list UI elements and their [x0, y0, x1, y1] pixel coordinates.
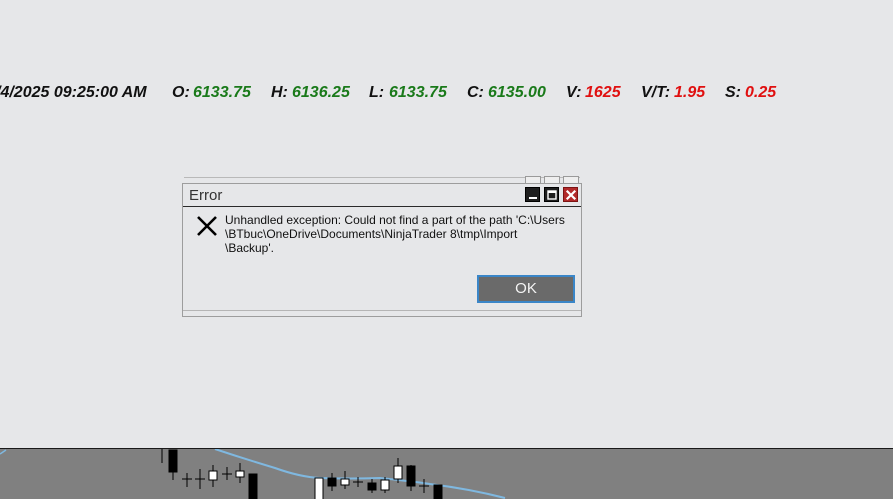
minimize-icon [529, 197, 537, 199]
error-message: Unhandled exception: Could not find a pa… [225, 213, 565, 255]
bar-timestamp: /4/2025 09:25:00 AM [0, 84, 147, 101]
spread-label: S: [725, 84, 741, 101]
close-icon [565, 189, 577, 201]
moving-average-line [214, 449, 506, 499]
spread-value: 0.25 [745, 84, 777, 101]
high-label: H: [271, 84, 288, 101]
dialog-footer-divider [183, 310, 581, 311]
low-value: 6133.75 [389, 84, 447, 101]
volume-per-tick-value: 1.95 [674, 84, 706, 101]
ok-button[interactable]: OK [477, 275, 575, 303]
close-value: 6135.00 [488, 84, 546, 101]
close-button[interactable] [563, 187, 578, 202]
dialog-titlebar[interactable]: Error [183, 184, 581, 207]
open-label: O: [172, 84, 190, 101]
high-value: 6136.25 [292, 84, 350, 101]
maximize-button[interactable] [544, 187, 559, 202]
volume-per-tick-label: V/T: [641, 84, 671, 101]
close-label: C: [467, 84, 484, 101]
error-x-icon [197, 216, 217, 236]
dialog-title: Error [189, 187, 223, 204]
low-label: L: [369, 84, 385, 101]
error-dialog: Error Unhandled exception: Could not fin… [182, 183, 582, 317]
candlesticks [161, 449, 443, 499]
maximize-icon [547, 190, 557, 200]
volume-value: 1625 [585, 84, 621, 101]
minimize-button[interactable] [525, 187, 540, 202]
price-chart-panel[interactable] [0, 448, 893, 499]
candlestick-chart [0, 449, 506, 499]
open-value: 6133.75 [193, 84, 251, 101]
volume-label: V: [566, 84, 582, 101]
chart-corner-mark [0, 449, 7, 455]
